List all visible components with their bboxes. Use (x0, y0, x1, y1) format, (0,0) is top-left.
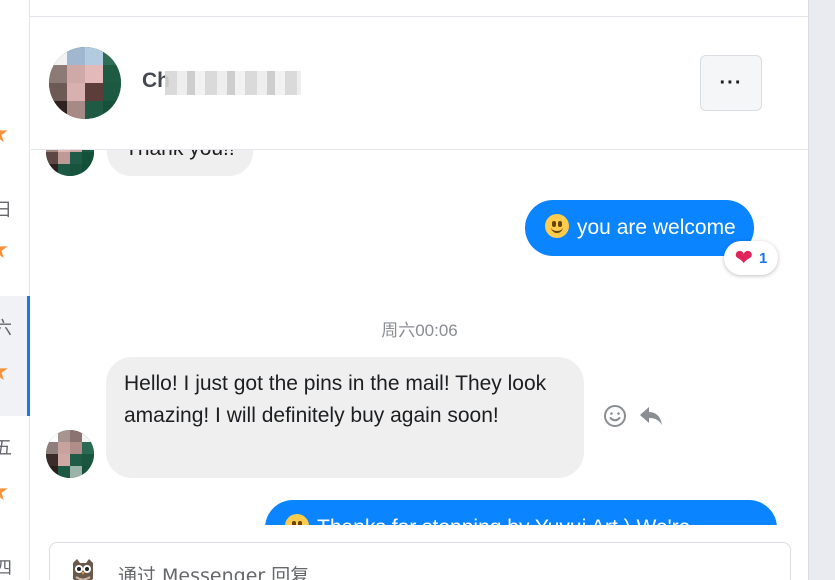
conversation-day: 四 (0, 558, 12, 579)
avatar (46, 150, 94, 176)
message-composer (49, 542, 791, 580)
star-icon: ★ (0, 476, 9, 507)
contact-name-redacted (165, 71, 301, 95)
message-actions (602, 403, 664, 429)
avatar[interactable] (49, 47, 121, 119)
smiley-emoji-icon (285, 514, 309, 525)
more-icon: ··· (719, 71, 743, 94)
message-text: Hello! I just got the pins in the mail! … (124, 372, 547, 427)
conversation-item[interactable]: ★ (0, 110, 30, 160)
avatar (46, 430, 94, 478)
conversation-item[interactable]: 日 ★ (0, 190, 30, 280)
message-timestamp: 周六00:06 (381, 321, 458, 340)
conversation-day: 六 (0, 318, 12, 339)
heart-icon: ❤ (734, 245, 754, 270)
reaction-badge[interactable]: ❤ 1 (724, 241, 778, 275)
reply-input[interactable] (118, 565, 718, 580)
star-icon: ★ (0, 118, 9, 149)
outgoing-message[interactable]: Thanks for stopping by Yuyui Art ) We're (265, 500, 777, 525)
owl-icon (70, 557, 96, 580)
right-panel-edge (808, 0, 835, 580)
conversation-list: ★ 日 ★ 六 ★ 五 ★ 四 (0, 0, 30, 580)
active-indicator (27, 296, 30, 416)
incoming-message[interactable]: Thank you!! (107, 150, 253, 176)
reply-icon[interactable] (638, 403, 664, 429)
message-text: Thank you!! (125, 150, 235, 160)
chat-header: Ch ··· (31, 17, 808, 150)
smiley-emoji-icon (545, 214, 569, 238)
outgoing-message[interactable]: you are welcome (525, 200, 754, 256)
conversation-day: 五 (0, 438, 12, 459)
smiley-icon[interactable] (602, 403, 628, 429)
conversation-item[interactable]: 五 ★ (0, 428, 30, 518)
incoming-message[interactable]: Hello! I just got the pins in the mail! … (106, 357, 584, 478)
reaction-count: 1 (759, 249, 768, 267)
star-icon: ★ (0, 356, 9, 387)
more-options-button[interactable]: ··· (700, 55, 762, 111)
message-text: you are welcome (577, 216, 736, 239)
conversation-item-active[interactable]: 六 ★ (0, 296, 30, 416)
conversation-item[interactable]: 四 (0, 550, 30, 580)
star-icon: ★ (0, 234, 9, 265)
message-text: Thanks for stopping by Yuyui Art ) We're (317, 516, 690, 525)
message-thread: Thank you!! you are welcome ❤ 1 周六00:06 … (31, 150, 808, 525)
conversation-day: 日 (0, 200, 12, 221)
